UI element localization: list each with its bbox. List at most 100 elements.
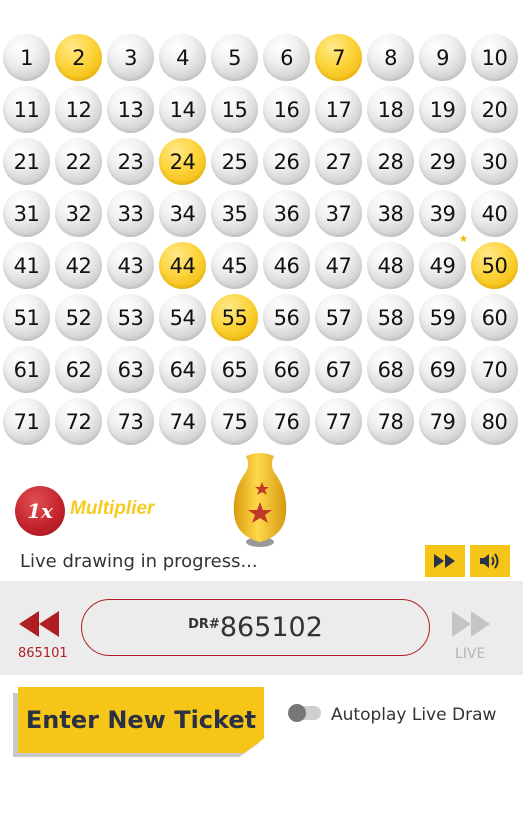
number-ball[interactable]: 54 xyxy=(159,294,206,341)
number-ball[interactable]: 60 xyxy=(471,294,518,341)
number-ball[interactable]: 18 xyxy=(367,86,414,133)
number-ball[interactable]: 38 xyxy=(367,190,414,237)
number-ball[interactable]: 48 xyxy=(367,242,414,289)
sound-button[interactable] xyxy=(470,545,510,577)
fast-forward-icon xyxy=(434,554,455,568)
number-ball[interactable]: 2 xyxy=(55,34,102,81)
number-ball[interactable]: 50 xyxy=(471,242,518,289)
number-ball[interactable]: 22 xyxy=(55,138,102,185)
number-ball[interactable]: 72 xyxy=(55,398,102,445)
draw-number: 865102 xyxy=(219,612,323,643)
number-ball[interactable]: 33 xyxy=(107,190,154,237)
number-ball[interactable]: 12 xyxy=(55,86,102,133)
number-ball[interactable]: 13 xyxy=(107,86,154,133)
number-ball[interactable]: 47 xyxy=(315,242,362,289)
number-ball[interactable]: 16 xyxy=(263,86,310,133)
number-ball[interactable]: 67 xyxy=(315,346,362,393)
number-ball[interactable]: 27 xyxy=(315,138,362,185)
number-ball[interactable]: 63 xyxy=(107,346,154,393)
number-ball[interactable]: 51 xyxy=(3,294,50,341)
speaker-icon xyxy=(480,553,499,569)
number-ball[interactable]: 28 xyxy=(367,138,414,185)
number-board: 1 2 3 4 5 6 7 8 9 10 11 12 13 14 15 16 17 18 19 20 21 22 23 24 2… xyxy=(3,34,523,450)
number-ball[interactable]: 26 xyxy=(263,138,310,185)
number-ball[interactable]: 59 xyxy=(419,294,466,341)
autoplay-toggle[interactable] xyxy=(288,704,321,722)
number-ball[interactable]: 58 xyxy=(367,294,414,341)
number-ball[interactable]: 35 xyxy=(211,190,258,237)
number-ball[interactable]: 78 xyxy=(367,398,414,445)
fast-forward-icon xyxy=(452,611,490,637)
number-ball[interactable]: 3 xyxy=(107,34,154,81)
rewind-icon xyxy=(19,611,59,637)
number-ball[interactable]: 62 xyxy=(55,346,102,393)
enter-new-ticket-button[interactable]: Enter New Ticket xyxy=(18,687,264,753)
number-ball[interactable]: 69 xyxy=(419,346,466,393)
number-ball[interactable]: 77 xyxy=(315,398,362,445)
number-ball[interactable]: 52 xyxy=(55,294,102,341)
number-ball[interactable]: 25 xyxy=(211,138,258,185)
number-ball[interactable]: 66 xyxy=(263,346,310,393)
number-ball[interactable]: 49 xyxy=(419,242,466,289)
multiplier-badge: 1x xyxy=(15,486,65,536)
number-ball[interactable]: 71 xyxy=(3,398,50,445)
toggle-knob xyxy=(288,704,306,722)
fast-forward-button[interactable] xyxy=(425,545,465,577)
previous-draw-number: 865101 xyxy=(18,646,68,661)
number-ball[interactable]: 1 xyxy=(3,34,50,81)
number-ball[interactable]: 74 xyxy=(159,398,206,445)
number-ball[interactable]: 36 xyxy=(263,190,310,237)
number-ball[interactable]: 32 xyxy=(55,190,102,237)
number-ball[interactable]: 57 xyxy=(315,294,362,341)
number-ball[interactable]: 70 xyxy=(471,346,518,393)
number-ball[interactable]: 17 xyxy=(315,86,362,133)
number-ball[interactable]: 14 xyxy=(159,86,206,133)
number-ball[interactable]: 20 xyxy=(471,86,518,133)
number-ball[interactable]: 39 xyxy=(419,190,466,237)
number-ball[interactable]: 6 xyxy=(263,34,310,81)
number-ball[interactable]: 64 xyxy=(159,346,206,393)
number-ball[interactable]: 44 xyxy=(159,242,206,289)
vase-icon xyxy=(233,453,287,547)
number-ball[interactable]: 42 xyxy=(55,242,102,289)
draw-number-field[interactable]: DR# 865102 xyxy=(81,599,430,656)
number-ball[interactable]: 31 xyxy=(3,190,50,237)
number-ball[interactable]: 7 xyxy=(315,34,362,81)
number-ball[interactable]: 41 xyxy=(3,242,50,289)
number-ball[interactable]: 55 xyxy=(211,294,258,341)
number-ball[interactable]: 5 xyxy=(211,34,258,81)
number-ball[interactable]: 11 xyxy=(3,86,50,133)
number-ball[interactable]: 65 xyxy=(211,346,258,393)
number-ball[interactable]: 46 xyxy=(263,242,310,289)
number-ball[interactable]: 37 xyxy=(315,190,362,237)
number-ball[interactable]: 61 xyxy=(3,346,50,393)
number-ball[interactable]: 4 xyxy=(159,34,206,81)
number-ball[interactable]: 19 xyxy=(419,86,466,133)
number-ball[interactable]: 73 xyxy=(107,398,154,445)
number-ball[interactable]: 79 xyxy=(419,398,466,445)
number-ball[interactable]: 53 xyxy=(107,294,154,341)
autoplay-label: Autoplay Live Draw xyxy=(331,705,497,725)
number-ball[interactable]: 43 xyxy=(107,242,154,289)
number-ball[interactable]: 56 xyxy=(263,294,310,341)
number-ball[interactable]: 8 xyxy=(367,34,414,81)
number-ball[interactable]: 15 xyxy=(211,86,258,133)
star-icon: ★ xyxy=(459,234,468,245)
multiplier-label: Multiplier xyxy=(70,498,155,519)
number-ball[interactable]: 23 xyxy=(107,138,154,185)
number-ball[interactable]: 30 xyxy=(471,138,518,185)
number-ball[interactable]: 29 xyxy=(419,138,466,185)
number-ball[interactable]: 76 xyxy=(263,398,310,445)
number-ball[interactable]: 68 xyxy=(367,346,414,393)
number-ball[interactable]: 10 xyxy=(471,34,518,81)
draw-prefix: DR# xyxy=(188,617,220,632)
number-ball[interactable]: 34 xyxy=(159,190,206,237)
number-ball[interactable]: 75 xyxy=(211,398,258,445)
number-ball[interactable]: 9 xyxy=(419,34,466,81)
number-ball[interactable]: 45 xyxy=(211,242,258,289)
number-ball[interactable]: 24 xyxy=(159,138,206,185)
number-ball[interactable]: 21 xyxy=(3,138,50,185)
status-text: Live drawing in progress... xyxy=(20,551,258,572)
number-ball[interactable]: 40 xyxy=(471,190,518,237)
number-ball[interactable]: 80 xyxy=(471,398,518,445)
